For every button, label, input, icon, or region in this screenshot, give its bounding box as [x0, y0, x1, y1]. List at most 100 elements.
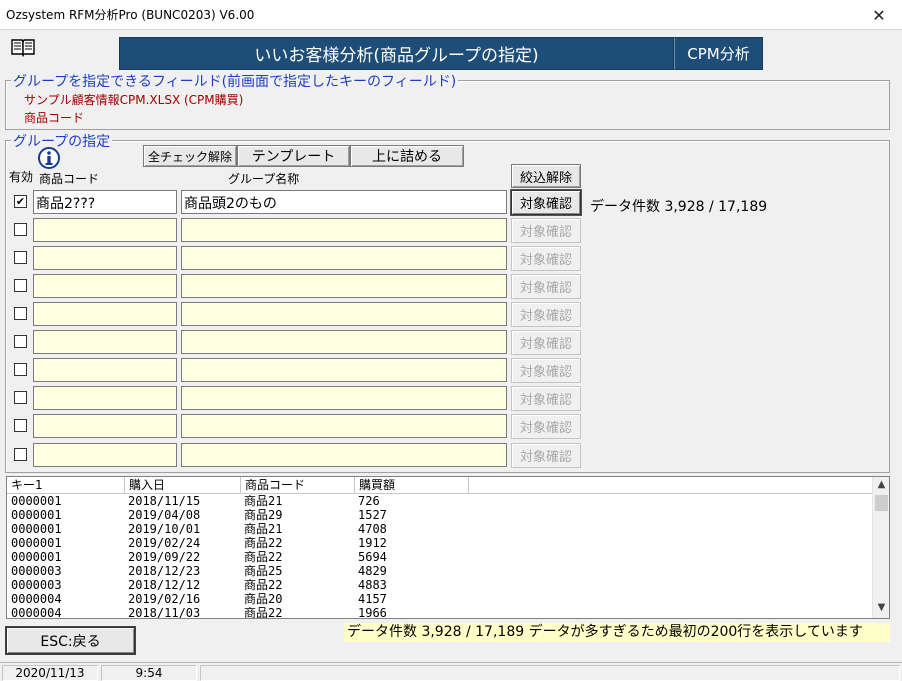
enabled-checkbox[interactable]: [14, 391, 27, 404]
group-name-input[interactable]: [181, 443, 507, 467]
group-name-input[interactable]: [181, 274, 507, 298]
code-input[interactable]: 商品2???: [33, 190, 177, 214]
cell-key: 0000001: [11, 494, 62, 508]
confirm-target-button[interactable]: 対象確認: [511, 302, 581, 327]
code-input[interactable]: [33, 302, 177, 326]
code-column-header: 商品コード: [39, 172, 100, 186]
group-row: 対象確認: [0, 412, 890, 440]
confirm-target-button[interactable]: 対象確認: [511, 274, 581, 299]
cell-amount: 4157: [358, 592, 387, 606]
status-panel-empty: [200, 665, 900, 681]
vertical-scrollbar[interactable]: ▲ ▼: [872, 477, 889, 618]
code-input[interactable]: [33, 330, 177, 354]
confirm-target-button[interactable]: 対象確認: [511, 246, 581, 271]
confirm-target-button[interactable]: 対象確認: [511, 190, 581, 215]
cell-code: 商品22: [244, 536, 283, 550]
template-button[interactable]: テンプレート: [237, 145, 350, 167]
code-input[interactable]: [33, 218, 177, 242]
code-input[interactable]: [33, 246, 177, 270]
group-name-input[interactable]: [181, 414, 507, 438]
enabled-checkbox[interactable]: [14, 363, 27, 376]
group-name-input[interactable]: [181, 358, 507, 382]
listview-header-amount[interactable]: 購買額: [355, 477, 469, 494]
group-row: 対象確認: [0, 328, 890, 356]
key-field-label: 商品コード: [24, 111, 85, 125]
compact-up-button[interactable]: 上に詰める: [350, 145, 464, 167]
group-row: 対象確認: [0, 300, 890, 328]
book-icon: [11, 39, 35, 57]
group-name-input[interactable]: [181, 330, 507, 354]
enabled-checkbox[interactable]: [14, 307, 27, 320]
group-row: 対象確認: [0, 356, 890, 384]
cell-amount: 4829: [358, 564, 387, 578]
group-row: 対象確認: [0, 384, 890, 412]
code-input[interactable]: [33, 386, 177, 410]
cell-code: 商品21: [244, 522, 283, 536]
enabled-checkbox[interactable]: [14, 448, 27, 461]
cell-code: 商品22: [244, 606, 283, 619]
cell-code: 商品20: [244, 592, 283, 606]
group-row: 対象確認: [0, 441, 890, 469]
group-name-input[interactable]: [181, 246, 507, 270]
enabled-checkbox[interactable]: [14, 279, 27, 292]
listview-header-code[interactable]: 商品コード: [241, 477, 355, 494]
esc-back-button[interactable]: ESC:戻る: [6, 627, 135, 654]
listview-header-key[interactable]: キー1: [7, 477, 125, 494]
group-row: 対象確認: [0, 216, 890, 244]
confirm-target-button[interactable]: 対象確認: [511, 414, 581, 439]
confirm-target-button[interactable]: 対象確認: [511, 443, 581, 468]
cell-amount: 1966: [358, 606, 387, 619]
scroll-up-arrow-icon[interactable]: ▲: [873, 479, 889, 493]
listview-header-filler: [469, 477, 872, 494]
data-count-label: データ件数 3,928 / 17,189: [590, 199, 768, 215]
code-input[interactable]: [33, 358, 177, 382]
title-bar: Ozsystem RFM分析Pro (BUNC0203) V6.00 ✕: [0, 0, 902, 30]
cell-key: 0000001: [11, 508, 62, 522]
clear-filter-button[interactable]: 絞込解除: [511, 164, 581, 188]
enabled-checkbox[interactable]: [14, 251, 27, 264]
cell-date: 2018/11/03: [128, 606, 201, 619]
cell-code: 商品21: [244, 494, 283, 508]
close-button[interactable]: ✕: [856, 0, 902, 30]
cell-date: 2019/02/16: [128, 592, 201, 606]
cell-key: 0000001: [11, 550, 62, 564]
cell-date: 2018/11/15: [128, 494, 201, 508]
enabled-column-header: 有効: [9, 170, 34, 184]
group-name-input[interactable]: [181, 218, 507, 242]
confirm-target-button[interactable]: 対象確認: [511, 330, 581, 355]
code-input[interactable]: [33, 414, 177, 438]
code-input[interactable]: [33, 274, 177, 298]
cell-key: 0000004: [11, 592, 62, 606]
cell-code: 商品22: [244, 550, 283, 564]
cell-key: 0000003: [11, 578, 62, 592]
enabled-checkbox[interactable]: ✔: [14, 195, 27, 208]
cell-date: 2019/04/08: [128, 508, 201, 522]
cell-date: 2019/10/01: [128, 522, 201, 536]
info-icon[interactable]: [36, 146, 62, 172]
cell-key: 0000001: [11, 522, 62, 536]
enabled-checkbox[interactable]: [14, 419, 27, 432]
cell-date: 2018/12/23: [128, 564, 201, 578]
cell-key: 0000004: [11, 606, 62, 619]
cell-code: 商品29: [244, 508, 283, 522]
cpm-analysis-button[interactable]: CPM分析: [674, 37, 763, 70]
listview-header-date[interactable]: 購入日: [125, 477, 241, 494]
cell-key: 0000001: [11, 536, 62, 550]
enabled-checkbox[interactable]: [14, 335, 27, 348]
confirm-target-button[interactable]: 対象確認: [511, 358, 581, 383]
data-listview[interactable]: キー1 購入日 商品コード 購買額 0000001 2018/11/15 商品2…: [6, 476, 890, 619]
confirm-target-button[interactable]: 対象確認: [511, 218, 581, 243]
uncheck-all-button[interactable]: 全チェック解除: [143, 145, 237, 167]
scroll-thumb[interactable]: [875, 495, 888, 511]
scroll-down-arrow-icon[interactable]: ▼: [873, 602, 889, 616]
group-name-input[interactable]: [181, 302, 507, 326]
group-name-input[interactable]: 商品頭2のもの: [181, 190, 507, 214]
code-input[interactable]: [33, 443, 177, 467]
confirm-target-button[interactable]: 対象確認: [511, 386, 581, 411]
cell-amount: 4708: [358, 522, 387, 536]
group-row: 対象確認: [0, 272, 890, 300]
cell-date: 2018/12/12: [128, 578, 201, 592]
status-time: 9:54: [101, 665, 197, 681]
group-name-input[interactable]: [181, 386, 507, 410]
enabled-checkbox[interactable]: [14, 223, 27, 236]
